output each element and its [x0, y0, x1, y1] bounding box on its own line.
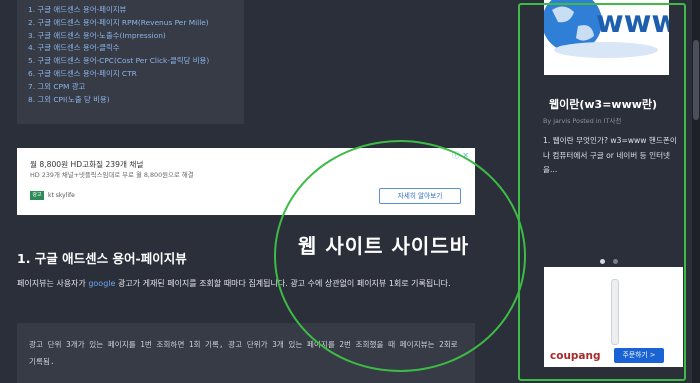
toc-item[interactable]: 3. 구글 애드센스 용어-노출수(Impression) [28, 30, 244, 43]
toc-item[interactable]: 5. 구글 애드센스 용어-CPC(Cost Per Click-클릭당 비용) [28, 55, 244, 68]
toc-item[interactable]: 4. 구글 애드센스 용어-클릭수 [28, 42, 244, 55]
google-link[interactable]: google [88, 279, 115, 288]
callout-label: 웹 사이트 사이드바 [298, 234, 470, 258]
ad-title[interactable]: 월 8,800원 HD고화질 239개 채널 [30, 159, 143, 170]
table-of-contents: 1. 구글 애드센스 용어-페이지뷰 2. 구글 애드센스 용어-페이지 RPM… [17, 0, 244, 124]
toc-item[interactable]: 6. 구글 애드센스 용어-페이지 CTR [28, 68, 244, 81]
sidebar-highlight-frame [518, 3, 686, 381]
toc-item[interactable]: 8. 그외 CPI(노출 당 비용) [28, 94, 244, 107]
toc-list: 1. 구글 애드센스 용어-페이지뷰 2. 구글 애드센스 용어-페이지 RPM… [17, 0, 244, 106]
scrollbar[interactable] [692, 0, 700, 383]
ad-source: kt skylife [48, 192, 75, 199]
toc-item[interactable]: 2. 구글 애드센스 용어-페이지 RPM(Revenus Per Mille) [28, 17, 244, 30]
toc-item[interactable]: 1. 구글 애드센스 용어-페이지뷰 [28, 4, 244, 17]
section-heading: 1. 구글 애드센스 용어-페이지뷰 [17, 251, 187, 266]
scrollbar-thumb[interactable] [693, 40, 699, 120]
toc-item[interactable]: 7. 그외 CPM 광고 [28, 81, 244, 94]
ad-description: HD 239개 채널+넷플릭스임대로 무료 월 8,800원으로 해결 [30, 171, 194, 179]
paragraph-text: 페이지뷰는 사용자가 [17, 279, 89, 288]
ad-badge: 광고 [30, 191, 44, 200]
